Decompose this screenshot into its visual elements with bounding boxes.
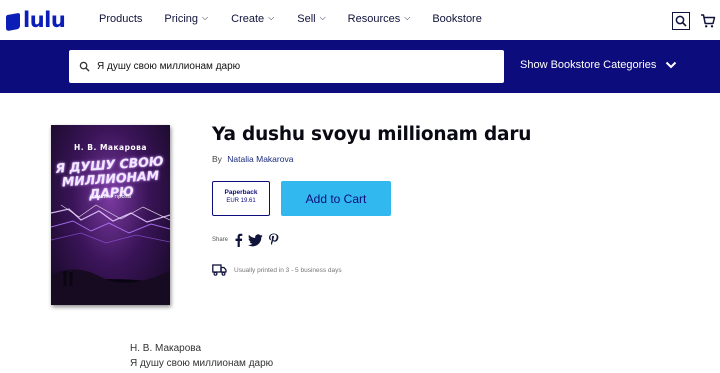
cover-lightning-art (51, 204, 170, 305)
format-label: Paperback (224, 189, 258, 196)
logo-text: lulu (23, 8, 66, 32)
description-line: Я душу свою миллионам дарю (130, 358, 274, 369)
bookstore-search-box[interactable] (69, 50, 504, 83)
top-navigation: lulu Products Pricing ⌵ Create ⌵ Sell ⌵ … (0, 0, 720, 40)
nav-item-label: Resources (347, 13, 401, 25)
pinterest-icon[interactable] (268, 233, 279, 247)
cover-subtitle: Стихи и проза (89, 194, 132, 200)
nav-item-resources[interactable]: Resources ⌵ (348, 13, 411, 25)
cart-icon (701, 14, 716, 28)
nav-item-sell[interactable]: Sell ⌵ (297, 13, 325, 25)
chevron-down-icon: ⌵ (404, 13, 411, 22)
book-cover: Н. В. Макарова Я ДУШУ СВОЮ МИЛЛИОНАМ ДАР… (51, 125, 170, 305)
search-button[interactable] (672, 12, 690, 30)
search-input[interactable] (97, 61, 477, 72)
nav-item-pricing[interactable]: Pricing ⌵ (164, 13, 208, 25)
logo-mark-icon (6, 10, 20, 30)
twitter-icon[interactable] (248, 233, 263, 247)
shipping-text: Usually printed in 3 - 5 business days (234, 266, 342, 274)
truck-icon (212, 264, 227, 276)
book-title: Ya dushu svoyu millionam daru (212, 124, 532, 145)
author-link[interactable]: Natalia Makarova (227, 154, 293, 164)
format-option-paperback[interactable]: Paperback EUR 19.61 (212, 181, 270, 216)
search-icon (79, 61, 90, 72)
facebook-icon[interactable] (234, 233, 243, 247)
chevron-down-icon: ⌵ (268, 13, 275, 22)
by-label: By (212, 154, 222, 164)
nav-item-products[interactable]: Products (99, 13, 142, 25)
nav-item-create[interactable]: Create ⌵ (231, 13, 274, 25)
shipping-info: Usually printed in 3 - 5 business days (212, 264, 342, 276)
share-row: Share (212, 233, 284, 247)
show-categories-button[interactable]: Show Bookstore Categories (520, 59, 677, 71)
cart-button[interactable] (699, 12, 717, 30)
add-to-cart-button[interactable]: Add to Cart (281, 181, 391, 216)
nav-menu: Products Pricing ⌵ Create ⌵ Sell ⌵ Resou… (99, 13, 482, 25)
nav-item-label: Pricing (164, 13, 199, 25)
nav-item-label: Bookstore (432, 13, 482, 25)
chevron-down-icon (665, 61, 677, 69)
chevron-down-icon: ⌵ (202, 13, 209, 22)
nav-item-label: Sell (297, 13, 316, 25)
cover-author: Н. В. Макарова (74, 143, 147, 152)
share-label: Share (212, 237, 229, 243)
nav-item-label: Products (99, 13, 143, 25)
search-icon (675, 15, 687, 27)
format-price: EUR 19.61 (226, 198, 256, 204)
search-band: Show Bookstore Categories (0, 40, 720, 93)
show-categories-label: Show Bookstore Categories (520, 59, 657, 71)
lulu-logo[interactable]: lulu (6, 8, 66, 32)
byline: By Natalia Makarova (212, 154, 293, 164)
chevron-down-icon: ⌵ (319, 13, 326, 22)
nav-item-bookstore[interactable]: Bookstore (432, 13, 482, 25)
nav-item-label: Create (231, 13, 265, 25)
description-line: Н. В. Макарова (130, 343, 202, 354)
